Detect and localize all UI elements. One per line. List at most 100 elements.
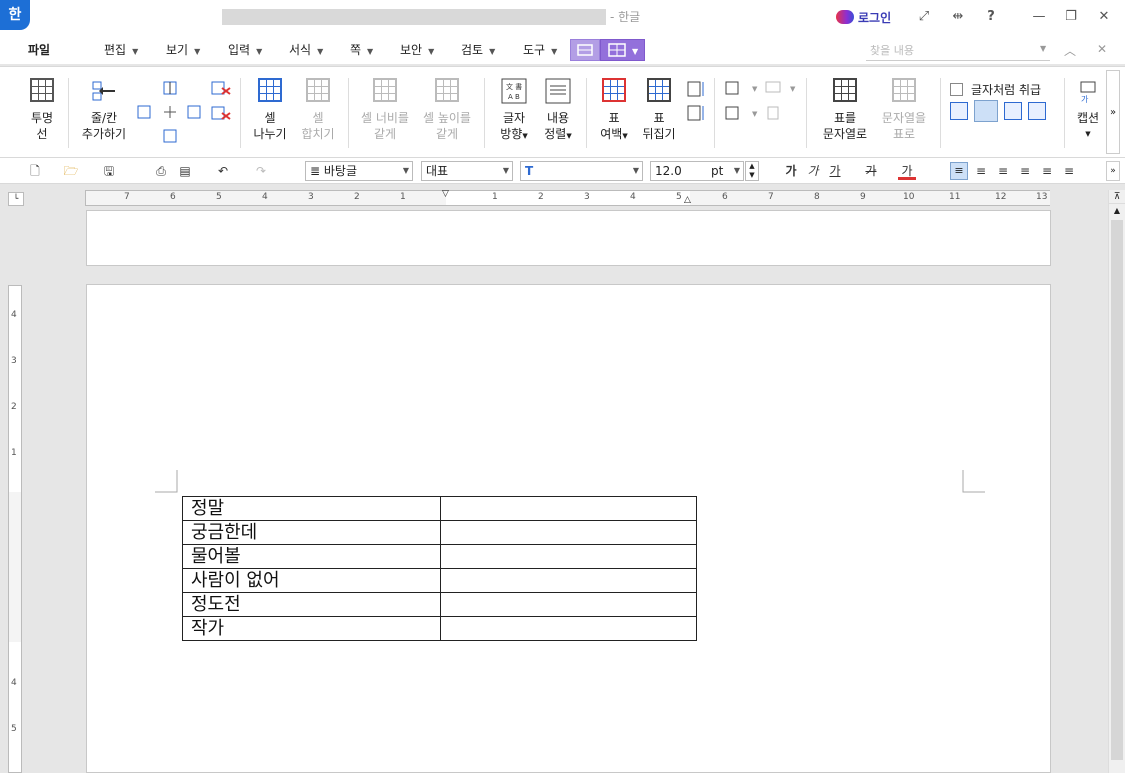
flip-table-button[interactable]: 표 뒤집기: [638, 78, 680, 142]
same-width-button[interactable]: 셀 너비를 같게: [356, 78, 414, 142]
minimize-button[interactable]: —: [1027, 7, 1051, 27]
align-distribute-button[interactable]: ≡: [1038, 162, 1056, 180]
menu-page[interactable]: 쪽 ▼: [350, 40, 373, 60]
same-height-button[interactable]: 셀 높이를 같게: [418, 78, 476, 142]
table-cell[interactable]: [440, 496, 697, 521]
table-cell[interactable]: [440, 568, 697, 593]
scroll-top-icon[interactable]: ⊼: [1109, 190, 1125, 204]
align-right-button[interactable]: ≡: [1016, 162, 1034, 180]
table-design-tab[interactable]: [570, 39, 600, 61]
menu-review[interactable]: 검토 ▼: [461, 40, 495, 60]
transparent-lines-button[interactable]: 투명 선: [22, 78, 62, 142]
wrap-behind-icon[interactable]: [1004, 102, 1022, 120]
ruler-label: 5: [676, 192, 682, 202]
table-cell[interactable]: 정도전: [182, 592, 441, 617]
scroll-up-icon[interactable]: ▲: [1109, 204, 1125, 218]
ruler-label: 12: [995, 192, 1007, 202]
menu-format[interactable]: 서식 ▼: [289, 40, 323, 60]
table-cell[interactable]: 물어볼: [182, 544, 441, 569]
font-size-stepper[interactable]: ▲ ▼: [745, 161, 759, 181]
table-to-text-button[interactable]: 표를 문자열로: [816, 78, 874, 142]
underline-button[interactable]: 가: [826, 162, 844, 180]
font-lang-select[interactable]: 대표 ▼: [421, 161, 513, 181]
split-cells-button[interactable]: 셀 나누기: [248, 78, 292, 142]
format-expand-button[interactable]: »: [1106, 161, 1120, 181]
table-cell[interactable]: [440, 520, 697, 545]
ribbon-close-icon[interactable]: ✕: [1097, 42, 1107, 56]
print-preview-icon[interactable]: ▤: [176, 162, 194, 180]
menu-edit[interactable]: 편집 ▼: [104, 40, 138, 60]
wrap-square-icon[interactable]: [950, 102, 968, 120]
menu-tools[interactable]: 도구 ▼: [523, 40, 557, 60]
find-input[interactable]: 찾을 내용: [866, 39, 1050, 61]
table-cell[interactable]: [440, 616, 697, 641]
align-center-button[interactable]: ≡: [994, 162, 1012, 180]
ruler-label: 6: [722, 192, 728, 202]
align-left-button[interactable]: ≡: [972, 162, 990, 180]
close-button[interactable]: ✕: [1092, 7, 1116, 27]
table-size-icons[interactable]: [686, 80, 706, 129]
font-color-button[interactable]: 가: [898, 162, 916, 180]
ruler-label: 1: [492, 192, 498, 202]
scroll-thumb[interactable]: [1111, 220, 1123, 760]
app-logo[interactable]: 한: [0, 0, 30, 30]
font-size-input[interactable]: 12.0 pt ▼: [650, 161, 744, 181]
ruler-corner-button[interactable]: └: [8, 192, 24, 206]
menu-tools-label: 도구: [523, 43, 546, 57]
print-icon[interactable]: ⎙: [152, 162, 170, 180]
wrap-front-icon[interactable]: [1028, 102, 1046, 120]
cell-properties-icons[interactable]: ▼ ▼ ▼: [724, 80, 800, 129]
ruler-label: 4: [262, 192, 268, 202]
menu-security[interactable]: 보안 ▼: [400, 40, 434, 60]
strikethrough-button[interactable]: 가: [862, 162, 880, 180]
table-cell[interactable]: [440, 544, 697, 569]
style-select[interactable]: ≣ 바탕글 ▼: [305, 161, 413, 181]
save-icon[interactable]: 🖫: [100, 162, 118, 180]
indent-marker-icon[interactable]: ▽: [442, 189, 449, 199]
menu-file-label: 파일: [28, 43, 51, 57]
content-align-button[interactable]: 내용 정렬▼: [538, 78, 578, 144]
new-document-icon[interactable]: 🗋: [26, 162, 44, 180]
text-direction-button[interactable]: 文 書 A B 글자 방향▼: [494, 78, 534, 144]
menu-insert[interactable]: 입력 ▼: [228, 40, 262, 60]
delete-cells-group[interactable]: [210, 80, 232, 150]
redo-icon[interactable]: ↷: [252, 162, 270, 180]
fullscreen-icon[interactable]: ⤢: [912, 7, 936, 27]
ribbon-expand-button[interactable]: »: [1106, 70, 1120, 154]
wrap-top-bottom-icon[interactable]: [974, 100, 998, 122]
document-table[interactable]: 정말 궁금한데 물어볼 사람이 없어 정도전 작가: [182, 496, 697, 641]
table-layout-tab[interactable]: ▼: [600, 39, 645, 61]
table-cell[interactable]: [440, 592, 697, 617]
text-to-table-button[interactable]: 문자열을 표로: [876, 78, 932, 142]
caption-button[interactable]: 가 캡션 ▼: [1072, 78, 1104, 142]
align-divide-button[interactable]: ≡: [1060, 162, 1078, 180]
find-dropdown-icon[interactable]: ▼: [1040, 44, 1046, 53]
add-rows-button[interactable]: 줄/칸 추가하기: [76, 78, 132, 142]
right-indent-marker-icon[interactable]: △: [684, 195, 691, 205]
vertical-scrollbar[interactable]: ⊼ ▲: [1108, 190, 1125, 773]
vertical-ruler[interactable]: 4 3 2 1 1 2 3 4 5: [8, 285, 22, 773]
bold-button[interactable]: 가: [782, 162, 800, 180]
open-folder-icon[interactable]: 🗁: [62, 162, 80, 180]
horizontal-ruler[interactable]: 7 6 5 4 3 2 1 1 2 3 4 5 6 7 8 9 10 11 12…: [85, 189, 1050, 206]
table-cell[interactable]: 작가: [182, 616, 441, 641]
font-name-select[interactable]: T ▼: [520, 161, 643, 181]
ribbon-divider: [484, 78, 485, 148]
restore-button[interactable]: ❐: [1059, 7, 1083, 27]
treat-as-char-checkbox[interactable]: 글자처럼 취급: [950, 81, 1041, 98]
help-button[interactable]: ?: [979, 7, 1003, 27]
merge-cells-button[interactable]: 셀 합치기: [296, 78, 340, 142]
align-justify-button[interactable]: ≡: [950, 162, 968, 180]
find-prev-icon[interactable]: ︿: [1064, 42, 1076, 59]
ruler-label: 5: [216, 192, 222, 202]
table-cell[interactable]: 궁금한데: [182, 520, 441, 545]
menu-file[interactable]: 파일: [28, 40, 50, 60]
split-view-icon[interactable]: ⇹: [946, 7, 970, 27]
italic-button[interactable]: 가: [804, 162, 822, 180]
login-button[interactable]: 로그인: [836, 7, 891, 27]
menu-view[interactable]: 보기 ▼: [166, 40, 200, 60]
table-cell[interactable]: 정말: [182, 496, 441, 521]
table-margin-button[interactable]: 표 여백▼: [594, 78, 634, 144]
undo-icon[interactable]: ↶: [214, 162, 232, 180]
table-cell[interactable]: 사람이 없어: [182, 568, 441, 593]
